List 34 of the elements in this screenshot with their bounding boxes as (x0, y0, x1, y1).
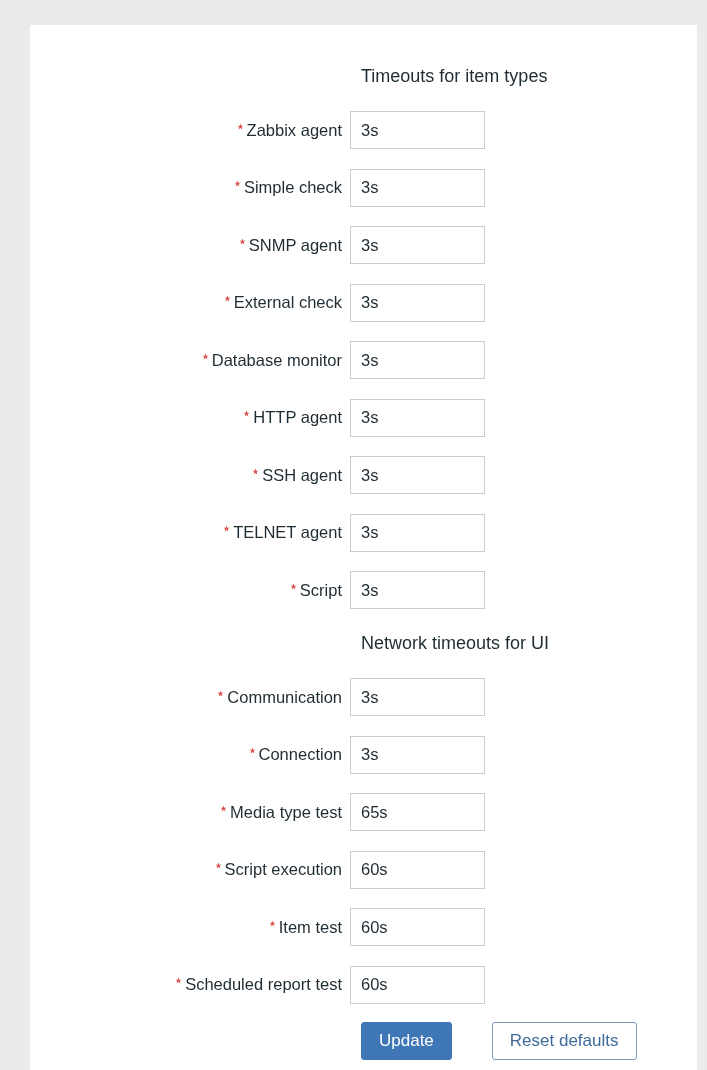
timeout-input[interactable]: 3s (350, 678, 485, 716)
field-label: SSH agent (262, 465, 342, 485)
timeout-input[interactable]: 3s (350, 341, 485, 379)
field-label: Media type test (230, 802, 342, 822)
section-heading: Network timeouts for UI (361, 632, 550, 654)
timeout-input[interactable]: 60s (350, 908, 485, 946)
field-label: Simple check (243, 178, 342, 197)
timeout-input[interactable]: 3s (350, 283, 485, 322)
timeout-input[interactable]: 60s (350, 965, 485, 1004)
section-heading: Timeouts for item types (361, 65, 548, 87)
timeout-input[interactable]: 3s (350, 168, 485, 207)
update-button[interactable]: Update (361, 1022, 452, 1060)
timeout-input[interactable]: 3s (350, 513, 485, 552)
timeout-input[interactable]: 3s (350, 735, 485, 774)
field-label: Database monitor (211, 350, 342, 370)
timeout-input[interactable]: 3s (350, 398, 485, 437)
timeout-input[interactable]: 65s (350, 793, 485, 831)
timeout-input[interactable]: 3s (350, 111, 485, 149)
field-label: HTTP agent (253, 408, 342, 427)
field-label: Script (299, 580, 342, 600)
field-label: External check (233, 293, 342, 312)
field-label: Connection (258, 745, 342, 764)
timeout-input[interactable]: 60s (350, 850, 485, 889)
field-label: Script execution (224, 860, 342, 879)
field-label: Zabbix agent (246, 120, 342, 140)
field-label: Communication (227, 687, 342, 707)
field-label: TELNET agent (233, 523, 342, 542)
timeout-input[interactable]: 3s (350, 571, 485, 609)
timeout-input[interactable]: 3s (350, 456, 485, 494)
reset-button[interactable]: Reset defaults (491, 1022, 637, 1060)
field-label: Scheduled report test (185, 975, 342, 994)
timeout-input[interactable]: 3s (350, 226, 485, 264)
field-label: SNMP agent (248, 235, 342, 255)
field-label: Item test (278, 917, 342, 937)
